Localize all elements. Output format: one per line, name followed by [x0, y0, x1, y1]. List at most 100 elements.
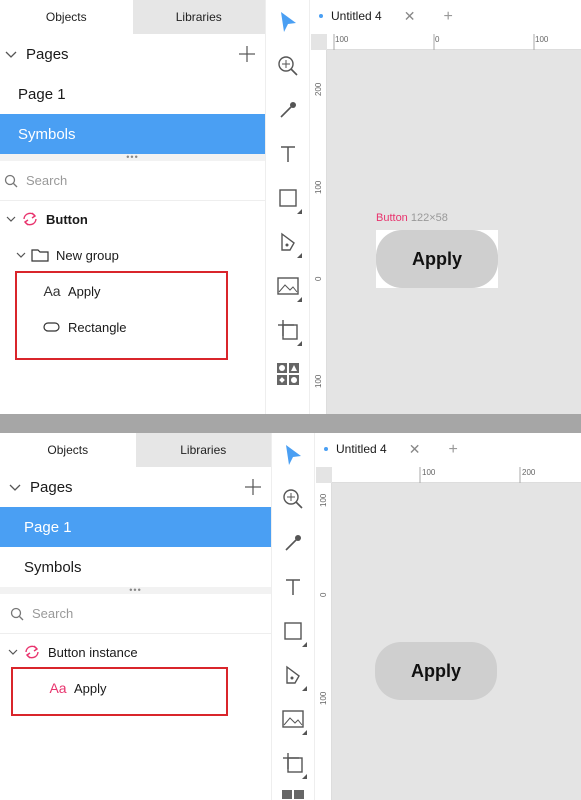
tab-libraries[interactable]: Libraries — [135, 433, 271, 467]
artboard-tool-icon[interactable] — [272, 745, 314, 781]
horizontal-ruler: 100 200 — [332, 467, 581, 483]
add-page-icon[interactable] — [245, 479, 261, 500]
canvas-area[interactable]: Untitled 4 ✕ + 100 0 100 200 100 0 100 B… — [311, 0, 581, 414]
chevron-down-icon[interactable] — [14, 248, 28, 262]
tab-objects[interactable]: Objects — [0, 433, 136, 467]
horizontal-ruler: 100 0 100 — [327, 34, 581, 50]
layer-label: Button — [46, 211, 88, 227]
document-tab-label: Untitled 4 — [336, 442, 387, 456]
search-placeholder: Search — [32, 606, 74, 621]
search-placeholder: Search — [26, 173, 68, 188]
vertical-ruler: 200 100 0 100 — [311, 50, 327, 414]
folder-icon — [30, 245, 50, 265]
tools-toolbar — [271, 433, 315, 800]
canvas-area[interactable]: Untitled 4 ✕ + 100 200 100 0 100 Apply — [316, 433, 581, 800]
symbol-instance-icon — [22, 642, 42, 662]
text-tool-icon[interactable] — [272, 569, 314, 605]
left-tabs: Objects Libraries — [0, 0, 265, 34]
tab-objects[interactable]: Objects — [0, 0, 133, 34]
ruler-label: 200 — [522, 468, 536, 477]
search-icon — [4, 174, 18, 187]
search-box[interactable]: Search — [0, 594, 271, 634]
search-icon — [10, 607, 24, 620]
layer-label: Button instance — [48, 644, 138, 660]
ruler-label: 100 — [314, 180, 323, 194]
add-page-icon[interactable] — [239, 46, 255, 67]
rectangle-tool-icon[interactable] — [272, 613, 314, 649]
zoom-tool-icon[interactable] — [266, 48, 309, 84]
editor-screenshot-1: Objects Libraries Pages Page 1 Symbols •… — [0, 0, 581, 414]
layer-row-button[interactable]: Button — [0, 201, 265, 237]
ruler-label: 200 — [314, 82, 323, 96]
eyedropper-tool-icon[interactable] — [266, 92, 309, 128]
tab-libraries[interactable]: Libraries — [132, 0, 265, 34]
layer-row-new-group[interactable]: New group — [0, 237, 265, 273]
close-icon[interactable]: ✕ — [409, 441, 421, 458]
components-tool-icon[interactable] — [272, 789, 314, 800]
document-tab-label: Untitled 4 — [331, 9, 382, 23]
layer-label: New group — [56, 247, 119, 263]
selection-label: Button 122×58 — [376, 212, 448, 224]
chevron-down-icon[interactable] — [8, 480, 22, 494]
chevron-down-icon[interactable] — [6, 645, 20, 659]
image-tool-icon[interactable] — [266, 268, 309, 304]
artboard-tool-icon[interactable] — [266, 312, 309, 348]
ruler-label: 100 — [319, 691, 328, 705]
layer-row-button-instance[interactable]: Button instance — [0, 634, 271, 670]
tools-toolbar — [265, 0, 310, 414]
pen-tool-icon[interactable] — [266, 224, 309, 260]
apply-button-symbol[interactable]: Apply — [376, 230, 498, 288]
document-tab[interactable]: Untitled 4 ✕ — [311, 0, 424, 34]
search-box[interactable]: Search — [0, 161, 265, 201]
left-tabs: Objects Libraries — [0, 433, 271, 467]
image-tool-icon[interactable] — [272, 701, 314, 737]
selection-name: Button — [376, 212, 408, 224]
eyedropper-tool-icon[interactable] — [272, 525, 314, 561]
chevron-down-icon[interactable] — [4, 212, 18, 226]
close-icon[interactable]: ✕ — [404, 8, 416, 25]
pen-tool-icon[interactable] — [272, 657, 314, 693]
zoom-tool-icon[interactable] — [272, 481, 314, 517]
document-tab[interactable]: Untitled 4 ✕ — [316, 433, 429, 467]
symbol-artboard[interactable]: Apply — [376, 230, 498, 288]
ruler-label: 100 — [319, 493, 328, 507]
ruler-label: 0 — [319, 592, 328, 597]
page-item-symbols[interactable]: Symbols — [0, 547, 271, 587]
select-tool-icon[interactable] — [272, 437, 314, 473]
pages-header: Pages — [0, 34, 265, 74]
ruler-label: 100 — [314, 374, 323, 388]
pages-title: Pages — [26, 45, 69, 63]
rectangle-tool-icon[interactable] — [266, 180, 309, 216]
apply-button-instance[interactable]: Apply — [375, 642, 497, 700]
page-item-symbols[interactable]: Symbols — [0, 114, 265, 154]
resize-handle[interactable]: ••• — [0, 586, 271, 595]
vertical-ruler: 100 0 100 — [316, 483, 332, 800]
separator — [0, 414, 581, 433]
document-tabbar: Untitled 4 ✕ + — [311, 0, 581, 34]
layers-panel: Objects Libraries Pages Page 1 Symbols •… — [0, 433, 271, 800]
chevron-down-icon[interactable] — [4, 47, 18, 61]
unsaved-dot-icon — [319, 14, 323, 18]
ruler-label: 100 — [422, 468, 436, 477]
ruler-label: 0 — [435, 35, 440, 44]
ruler-label: 0 — [314, 276, 323, 281]
new-tab-icon[interactable]: + — [443, 8, 452, 26]
resize-handle[interactable]: ••• — [0, 153, 265, 162]
page-item-page-1[interactable]: Page 1 — [0, 74, 265, 114]
highlight-box — [11, 667, 228, 716]
editor-screenshot-2: Objects Libraries Pages Page 1 Symbols •… — [0, 433, 581, 800]
symbol-icon — [20, 209, 40, 229]
highlight-box — [15, 271, 228, 360]
ruler-label: 100 — [335, 35, 349, 44]
layers-panel: Objects Libraries Pages Page 1 Symbols •… — [0, 0, 265, 414]
components-tool-icon[interactable] — [266, 356, 309, 392]
pages-header: Pages — [0, 467, 271, 507]
new-tab-icon[interactable]: + — [448, 441, 457, 459]
selection-size: 122×58 — [410, 212, 448, 224]
select-tool-icon[interactable] — [266, 4, 309, 40]
pages-title: Pages — [30, 478, 73, 496]
text-tool-icon[interactable] — [266, 136, 309, 172]
unsaved-dot-icon — [324, 447, 328, 451]
ruler-label: 100 — [535, 35, 549, 44]
page-item-page-1[interactable]: Page 1 — [0, 507, 271, 547]
